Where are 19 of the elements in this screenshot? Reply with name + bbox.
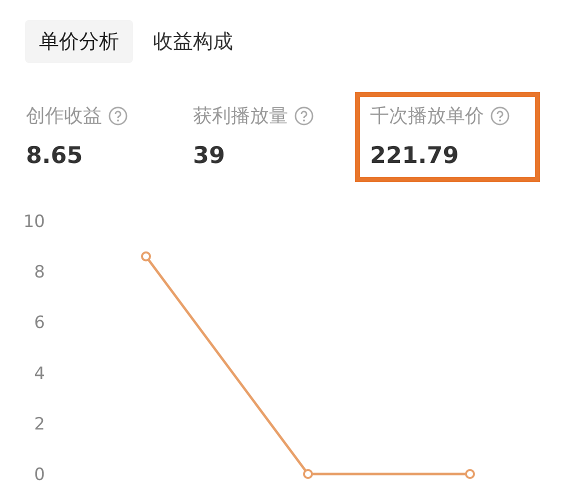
metric-label: 创作收益 — [26, 104, 102, 129]
data-point — [141, 251, 151, 262]
metric-value: 8.65 — [26, 143, 84, 169]
y-axis-label: 2 — [34, 414, 45, 434]
y-axis-label: 10 — [23, 212, 45, 232]
metric-value: 221.79 — [370, 143, 460, 169]
y-axis-label: 6 — [34, 313, 45, 334]
help-icon[interactable] — [294, 106, 314, 126]
data-point — [465, 469, 475, 479]
metric-value: 39 — [193, 143, 226, 169]
metric-label: 千次播放单价 — [370, 104, 484, 129]
y-axis-label: 0 — [34, 465, 45, 485]
y-axis-label: 8 — [34, 262, 45, 283]
help-icon[interactable] — [490, 106, 510, 126]
metric-label: 获利播放量 — [193, 104, 288, 129]
tab[interactable]: 单价分析 — [25, 20, 133, 63]
help-icon[interactable] — [108, 106, 128, 126]
data-point — [303, 469, 313, 479]
y-axis-label: 4 — [34, 364, 45, 384]
